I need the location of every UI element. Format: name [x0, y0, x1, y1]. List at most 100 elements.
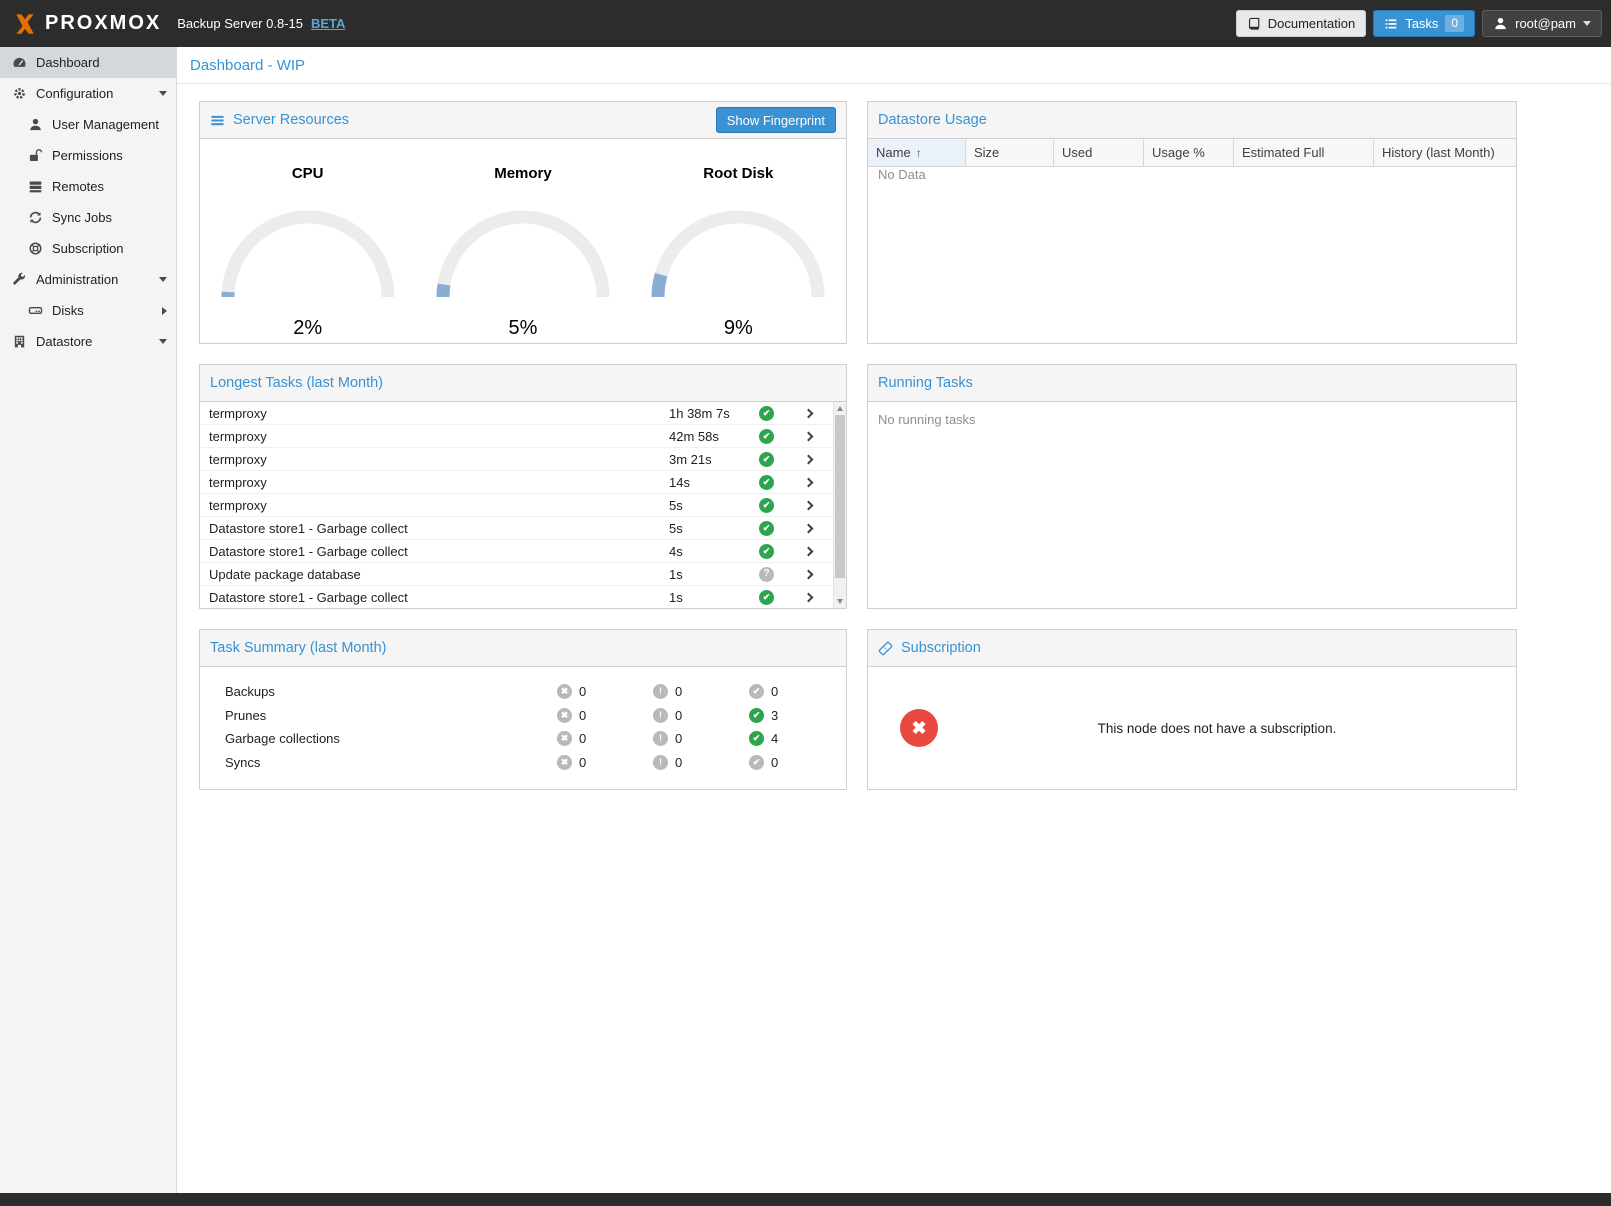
task-row[interactable]: termproxy3m 21s✔	[200, 448, 846, 471]
error-icon: ✖	[557, 684, 572, 699]
ok-count[interactable]: ✔3	[749, 708, 845, 723]
panel-header: Server Resources Show Fingerprint	[200, 102, 846, 139]
tasks-label: Tasks	[1405, 16, 1438, 31]
ok-count[interactable]: ✔4	[749, 731, 845, 746]
warning-count[interactable]: !0	[653, 708, 749, 723]
count-value: 0	[675, 731, 682, 746]
chevron-right-icon	[803, 523, 813, 533]
ok-icon: ✔	[749, 755, 764, 770]
chevron-down-icon[interactable]	[159, 339, 167, 344]
task-row[interactable]: Datastore store1 - Garbage collect1s✔	[200, 586, 846, 608]
ok-icon: ✔	[749, 731, 764, 746]
chevron-down-icon[interactable]	[159, 91, 167, 96]
open-task-button[interactable]	[789, 571, 827, 578]
scrollbar-thumb[interactable]	[835, 415, 845, 578]
task-row[interactable]: termproxy14s✔	[200, 471, 846, 494]
sidebar-item-configuration[interactable]: Configuration	[0, 78, 176, 109]
error-count[interactable]: ✖0	[557, 755, 653, 770]
gauge-cpu: CPU2%	[200, 165, 415, 343]
ok-icon: ✔	[749, 684, 764, 699]
sidebar-item-remotes[interactable]: Remotes	[0, 171, 176, 202]
task-row[interactable]: Datastore store1 - Garbage collect4s✔	[200, 540, 846, 563]
open-task-button[interactable]	[789, 410, 827, 417]
column-label: Size	[974, 145, 999, 160]
scrollbar[interactable]	[833, 402, 846, 608]
panel-header: Running Tasks	[868, 365, 1516, 402]
chevron-right-icon	[803, 431, 813, 441]
sidebar-item-subscription[interactable]: Subscription	[0, 233, 176, 264]
subscription-body: This node does not have a subscription.	[868, 667, 1516, 789]
open-task-button[interactable]	[789, 502, 827, 509]
ok-icon: ✔	[749, 708, 764, 723]
open-task-button[interactable]	[789, 525, 827, 532]
gauge-value: 2%	[200, 317, 415, 340]
open-task-button[interactable]	[789, 456, 827, 463]
user-menu-button[interactable]: root@pam	[1482, 10, 1602, 37]
sidebar-item-permissions[interactable]: Permissions	[0, 140, 176, 171]
warning-count[interactable]: !0	[653, 684, 749, 699]
tasks-button[interactable]: Tasks 0	[1373, 10, 1475, 37]
chevron-right-icon	[803, 477, 813, 487]
sidebar-item-sync-jobs[interactable]: Sync Jobs	[0, 202, 176, 233]
error-count[interactable]: ✖0	[557, 708, 653, 723]
show-fingerprint-button[interactable]: Show Fingerprint	[716, 107, 836, 133]
chevron-down-icon	[1583, 21, 1591, 26]
open-task-button[interactable]	[789, 479, 827, 486]
right-column: Datastore Usage Name↑SizeUsedUsage %Esti…	[867, 101, 1517, 810]
sidebar-item-administration[interactable]: Administration	[0, 264, 176, 295]
panel-header: Subscription	[868, 630, 1516, 667]
panel-header: Task Summary (last Month)	[200, 630, 846, 667]
chevron-down-icon[interactable]	[159, 277, 167, 282]
scrollbar-up-arrow[interactable]	[834, 402, 846, 415]
task-status: ✔	[759, 406, 789, 421]
chevron-right-icon	[803, 569, 813, 579]
task-row[interactable]: termproxy42m 58s✔	[200, 425, 846, 448]
unknown-status-icon: ?	[759, 567, 774, 582]
panel-title: Subscription	[901, 640, 981, 656]
sidebar-item-disks[interactable]: Disks	[0, 295, 176, 326]
panel-title: Server Resources	[233, 112, 349, 128]
hdd-icon	[27, 303, 43, 318]
bottom-bar	[0, 1193, 1611, 1206]
documentation-button[interactable]: Documentation	[1236, 10, 1366, 37]
task-status: ✔	[759, 452, 789, 467]
count-value: 4	[771, 731, 778, 746]
sidebar-item-datastore[interactable]: Datastore	[0, 326, 176, 357]
gauge-arc	[213, 202, 403, 302]
scrollbar-down-arrow[interactable]	[834, 595, 846, 608]
panel-title: Datastore Usage	[878, 112, 987, 128]
sidebar-item-user-management[interactable]: User Management	[0, 109, 176, 140]
error-icon: ✖	[557, 708, 572, 723]
ok-count[interactable]: ✔0	[749, 755, 845, 770]
panel-title: Longest Tasks (last Month)	[210, 375, 383, 391]
chevron-right-icon[interactable]	[162, 307, 167, 315]
task-row[interactable]: termproxy5s✔	[200, 494, 846, 517]
open-task-button[interactable]	[789, 548, 827, 555]
error-count[interactable]: ✖0	[557, 684, 653, 699]
task-row[interactable]: termproxy1h 38m 7s✔	[200, 402, 846, 425]
column-header-history-last-month[interactable]: History (last Month)	[1374, 139, 1516, 166]
task-row[interactable]: Update package database1s?	[200, 563, 846, 586]
beta-link[interactable]: BETA	[311, 16, 345, 31]
column-header-estimated-full[interactable]: Estimated Full	[1234, 139, 1374, 166]
task-row[interactable]: Datastore store1 - Garbage collect5s✔	[200, 517, 846, 540]
task-status: ✔	[759, 521, 789, 536]
sidebar-item-label: Dashboard	[36, 55, 100, 70]
error-count[interactable]: ✖0	[557, 731, 653, 746]
warning-count[interactable]: !0	[653, 755, 749, 770]
ok-count[interactable]: ✔0	[749, 684, 845, 699]
column-header-used[interactable]: Used	[1054, 139, 1144, 166]
warning-count[interactable]: !0	[653, 731, 749, 746]
column-header-usage[interactable]: Usage %	[1144, 139, 1234, 166]
panel-header: Longest Tasks (last Month)	[200, 365, 846, 402]
summary-label: Prunes	[225, 708, 557, 723]
open-task-button[interactable]	[789, 433, 827, 440]
open-task-button[interactable]	[789, 594, 827, 601]
sidebar-item-dashboard[interactable]: Dashboard	[0, 47, 176, 78]
error-icon: ✖	[557, 731, 572, 746]
summary-label: Syncs	[225, 755, 557, 770]
gauges-area: CPU2%Memory5%Root Disk9%	[200, 139, 846, 343]
gauge-label: Memory	[415, 165, 630, 182]
ok-status-icon: ✔	[759, 544, 774, 559]
column-header-size[interactable]: Size	[966, 139, 1054, 166]
